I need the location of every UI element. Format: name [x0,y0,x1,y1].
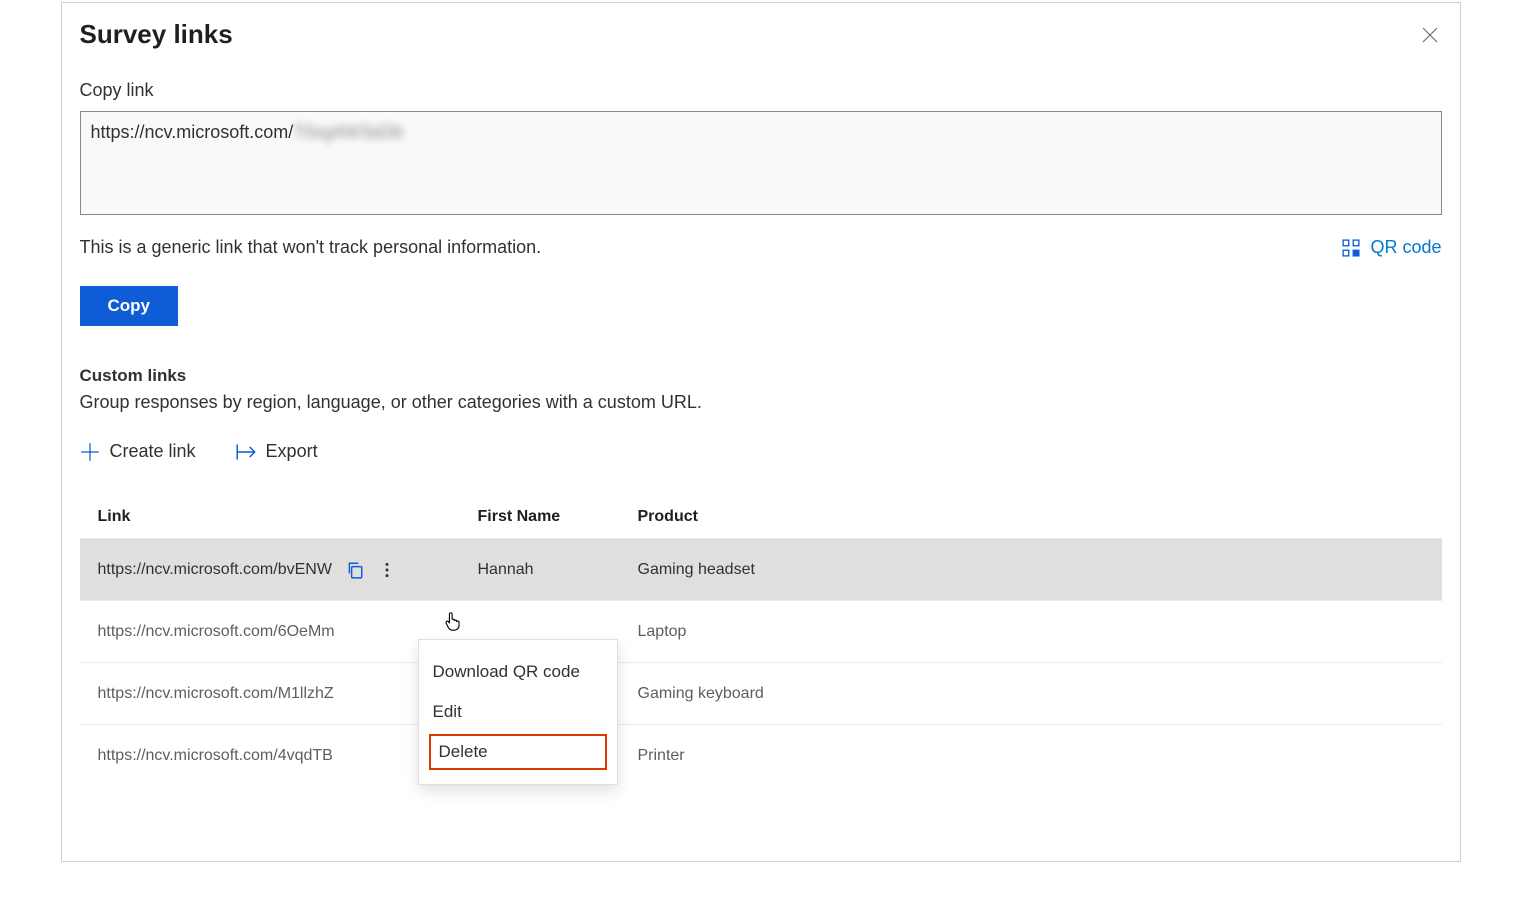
copy-row-link-icon[interactable] [346,561,364,579]
row-link-text: https://ncv.microsoft.com/4vqdTB [98,747,333,765]
menu-item-edit[interactable]: Edit [419,692,617,732]
row-first-name: Hannah [478,561,638,579]
close-icon [1422,27,1438,43]
custom-links-description: Group responses by region, language, or … [80,392,1442,413]
row-link-text: https://ncv.microsoft.com/bvENW [98,561,332,579]
qr-code-icon [1342,239,1360,257]
row-more-icon[interactable] [378,561,396,579]
table-row[interactable]: https://ncv.microsoft.com/4vqdTBGracePri… [80,724,1442,786]
copy-link-input[interactable]: https://ncv.microsoft.com/T0xg4W3aDb [80,111,1442,215]
copy-link-url-visible: https://ncv.microsoft.com/ [91,122,294,143]
export-label: Export [266,441,318,462]
copy-link-url-redacted: T0xg4W3aDb [293,122,403,143]
menu-item-download-qr-code[interactable]: Download QR code [419,652,617,692]
row-product: Gaming headset [638,561,1424,579]
col-header-link[interactable]: Link [98,508,478,526]
plus-icon [80,442,100,462]
close-button[interactable] [1418,23,1442,47]
row-product: Laptop [638,623,1424,641]
export-icon [236,442,256,462]
menu-item-delete[interactable]: Delete [429,734,607,770]
row-link-text: https://ncv.microsoft.com/M1llzhZ [98,685,334,703]
table-row[interactable]: https://ncv.microsoft.com/6OeMm Laptop [80,600,1442,662]
copy-link-help-text: This is a generic link that won't track … [80,237,542,258]
table-header-row: Link First Name Product [80,496,1442,538]
table-row[interactable]: https://ncv.microsoft.com/bvENW HannahGam… [80,538,1442,600]
custom-links-table: Link First Name Product https://ncv.micr… [80,496,1442,786]
custom-links-heading: Custom links [80,366,1442,386]
qr-code-label: QR code [1370,237,1441,258]
survey-links-panel: Survey links Copy link https://ncv.micro… [61,2,1461,862]
export-button[interactable]: Export [236,441,318,462]
col-header-product[interactable]: Product [638,508,1424,526]
table-row[interactable]: https://ncv.microsoft.com/M1llzhZ Gaming … [80,662,1442,724]
copy-link-heading: Copy link [80,80,1442,101]
qr-code-button[interactable]: QR code [1342,237,1441,258]
page-title: Survey links [80,19,233,50]
col-header-first-name[interactable]: First Name [478,508,638,526]
create-link-button[interactable]: Create link [80,441,196,462]
row-context-menu: Download QR codeEditDelete [418,639,618,785]
create-link-label: Create link [110,441,196,462]
row-product: Gaming keyboard [638,685,1424,703]
copy-button[interactable]: Copy [80,286,179,326]
row-link-text: https://ncv.microsoft.com/6OeMm [98,623,335,641]
row-product: Printer [638,747,1424,765]
